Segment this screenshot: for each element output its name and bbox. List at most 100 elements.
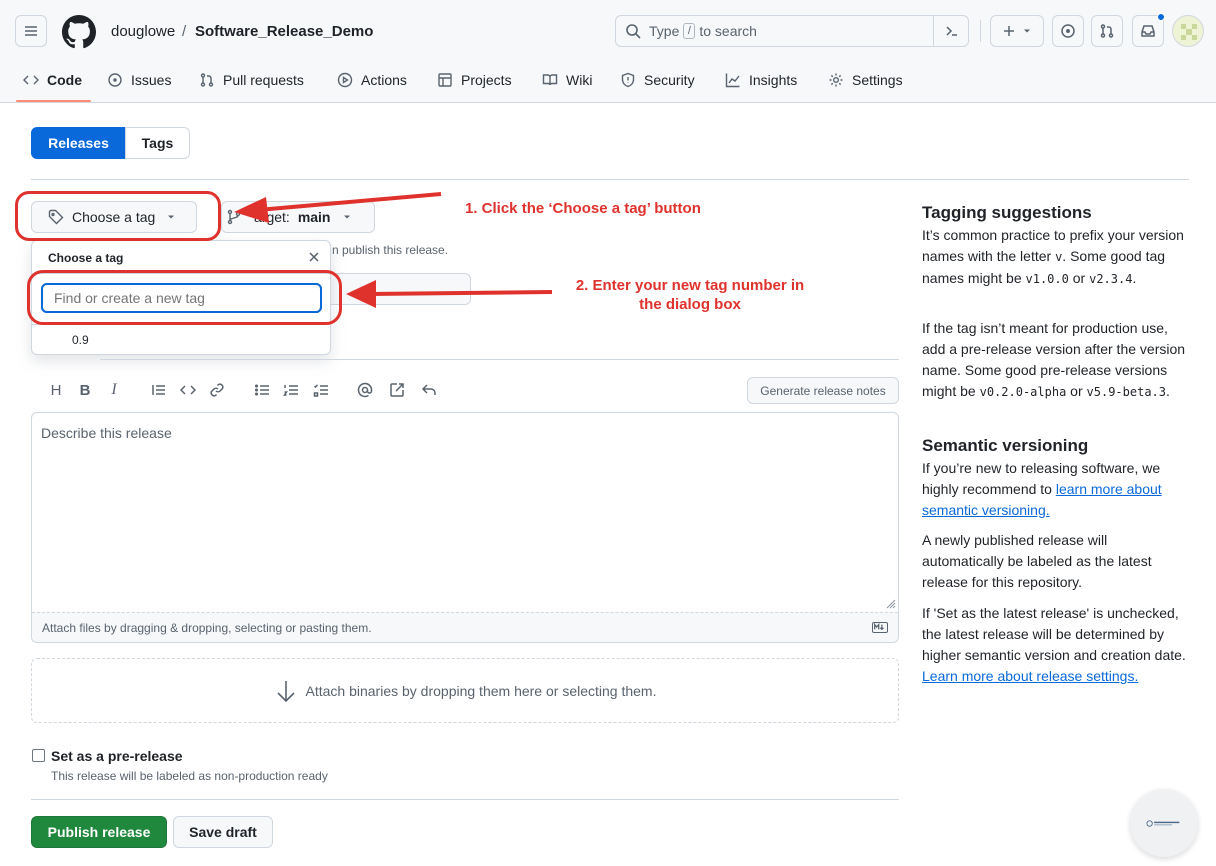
tagging-paragraph-1: It’s common practice to prefix your vers… xyxy=(922,227,1184,286)
tab-releases-label: Releases xyxy=(48,135,109,151)
table-icon xyxy=(438,73,452,87)
target-label: arget: xyxy=(254,209,290,225)
tab-actions[interactable]: Actions xyxy=(337,70,407,90)
task-list-icon[interactable] xyxy=(311,380,331,400)
owner-link[interactable]: douglowe xyxy=(111,23,175,40)
tab-code[interactable]: Code xyxy=(23,70,82,90)
triangle-down-icon xyxy=(1024,29,1030,33)
target-branch-button[interactable]: arget: main xyxy=(221,201,375,233)
tab-settings[interactable]: Settings xyxy=(828,70,903,90)
semantic-versioning-heading: Semantic versioning xyxy=(922,436,1089,455)
editor-tabs-divider xyxy=(100,359,899,360)
code-icon xyxy=(23,75,39,85)
book-icon xyxy=(542,74,558,86)
close-icon[interactable] xyxy=(306,249,324,267)
tab-pull-requests-label: Pull requests xyxy=(223,72,304,88)
generate-release-notes-button[interactable]: Generate release notes xyxy=(747,377,899,404)
tab-tags[interactable]: Tags xyxy=(125,127,190,159)
publish-release-button[interactable]: Publish release xyxy=(31,816,167,848)
tab-tags-label: Tags xyxy=(141,135,174,151)
tab-issues-label: Issues xyxy=(131,72,172,88)
release-settings-link[interactable]: Learn more about release settings. xyxy=(922,668,1138,684)
annotation-step-2-line-2: the dialog box xyxy=(639,296,741,313)
tab-wiki[interactable]: Wiki xyxy=(542,70,592,90)
issue-opened-icon xyxy=(1061,24,1075,38)
notification-dot xyxy=(1157,13,1165,21)
code-icon[interactable] xyxy=(178,380,198,400)
attach-bar[interactable]: Attach files by dragging & dropping, sel… xyxy=(32,612,898,642)
annotation-step-2-line-1: 2. Enter your new tag number in xyxy=(575,277,805,294)
annotation-highlight-tag-button xyxy=(15,191,221,241)
unordered-list-icon[interactable] xyxy=(252,380,272,400)
cross-reference-icon[interactable] xyxy=(387,380,407,400)
semver-paragraph-2: A newly published release will automatic… xyxy=(922,532,1152,590)
pull-requests-button[interactable] xyxy=(1091,15,1123,47)
attach-files-hint: Attach files by dragging & dropping, sel… xyxy=(42,621,372,635)
resize-handle-icon[interactable] xyxy=(884,596,896,609)
command-palette-button[interactable] xyxy=(933,15,969,47)
header-divider xyxy=(980,20,981,42)
tab-security[interactable]: Security xyxy=(620,70,695,90)
inbox-icon xyxy=(1141,25,1155,37)
tagging-paragraph-2: If the tag isn’t meant for production us… xyxy=(922,320,1186,399)
create-new-button[interactable] xyxy=(990,15,1044,47)
tab-projects-label: Projects xyxy=(461,72,512,88)
search-placeholder-prefix: Type xyxy=(649,23,680,39)
prerelease-hint: This release will be labeled as non-prod… xyxy=(51,769,328,783)
tag-option[interactable]: 0.9 xyxy=(72,333,89,347)
terminal-icon xyxy=(945,26,957,36)
tab-actions-label: Actions xyxy=(361,72,407,88)
github-logo-icon[interactable] xyxy=(62,15,96,49)
plus-icon xyxy=(1004,26,1014,36)
bold-icon[interactable]: B xyxy=(75,380,95,400)
prerelease-label[interactable]: Set as a pre-release xyxy=(51,748,183,764)
semver-paragraph-3: If 'Set as the latest release' is unchec… xyxy=(922,605,1186,684)
shield-icon xyxy=(621,72,635,88)
repo-header: douglowe / Software_Release_Demo Type / … xyxy=(0,0,1216,103)
mention-icon[interactable] xyxy=(355,380,375,400)
pull-request-icon xyxy=(200,73,214,87)
dropdown-title: Choose a tag xyxy=(48,251,124,265)
annotation-highlight-tag-input xyxy=(27,270,342,325)
git-pull-request-icon xyxy=(1100,24,1114,38)
publish-release-label: Publish release xyxy=(47,824,151,840)
italic-icon[interactable]: I xyxy=(104,380,124,400)
tab-insights-label: Insights xyxy=(749,72,798,88)
tab-releases[interactable]: Releases xyxy=(31,127,126,159)
arrow-down-icon xyxy=(276,680,295,702)
breadcrumb-separator: / xyxy=(182,23,187,40)
description-placeholder: Describe this release xyxy=(41,425,172,441)
tab-projects[interactable]: Projects xyxy=(437,70,512,90)
section-divider xyxy=(31,179,1189,180)
generate-release-notes-label: Generate release notes xyxy=(760,383,886,398)
tab-pull-requests[interactable]: Pull requests xyxy=(199,70,304,90)
avatar[interactable] xyxy=(1172,15,1204,47)
tab-code-label: Code xyxy=(47,72,82,88)
prerelease-checkbox[interactable] xyxy=(32,749,45,762)
save-draft-label: Save draft xyxy=(189,824,257,840)
target-branch-value: main xyxy=(297,209,331,225)
issues-button[interactable] xyxy=(1052,15,1084,47)
heading-icon[interactable]: H xyxy=(46,380,66,400)
actions-divider xyxy=(31,799,899,800)
floating-widget[interactable] xyxy=(1130,789,1198,857)
link-icon[interactable] xyxy=(207,380,227,400)
annotation-step-1: 1. Click the ‘Choose a tag’ button xyxy=(465,200,701,217)
attach-binaries-dropzone[interactable]: Attach binaries by dropping them here or… xyxy=(31,658,899,723)
release-description-textarea[interactable]: Describe this release Attach files by dr… xyxy=(31,412,899,643)
markdown-icon[interactable] xyxy=(872,622,888,633)
tab-insights[interactable]: Insights xyxy=(725,70,797,90)
reply-icon[interactable] xyxy=(419,380,439,400)
repo-link[interactable]: Software_Release_Demo xyxy=(195,23,373,40)
search-input[interactable]: Type / to search xyxy=(615,15,969,47)
ordered-list-icon[interactable] xyxy=(281,380,301,400)
tagging-suggestions-heading: Tagging suggestions xyxy=(922,203,1092,222)
menu-button[interactable] xyxy=(15,15,47,47)
tab-issues[interactable]: Issues xyxy=(107,70,171,90)
triangle-down-icon xyxy=(343,215,350,219)
gear-icon xyxy=(829,73,843,87)
save-draft-button[interactable]: Save draft xyxy=(173,816,273,848)
graph-icon xyxy=(725,73,740,88)
quote-icon[interactable] xyxy=(149,380,169,400)
semver-paragraph-1: If you’re new to releasing software, we … xyxy=(922,460,1162,518)
